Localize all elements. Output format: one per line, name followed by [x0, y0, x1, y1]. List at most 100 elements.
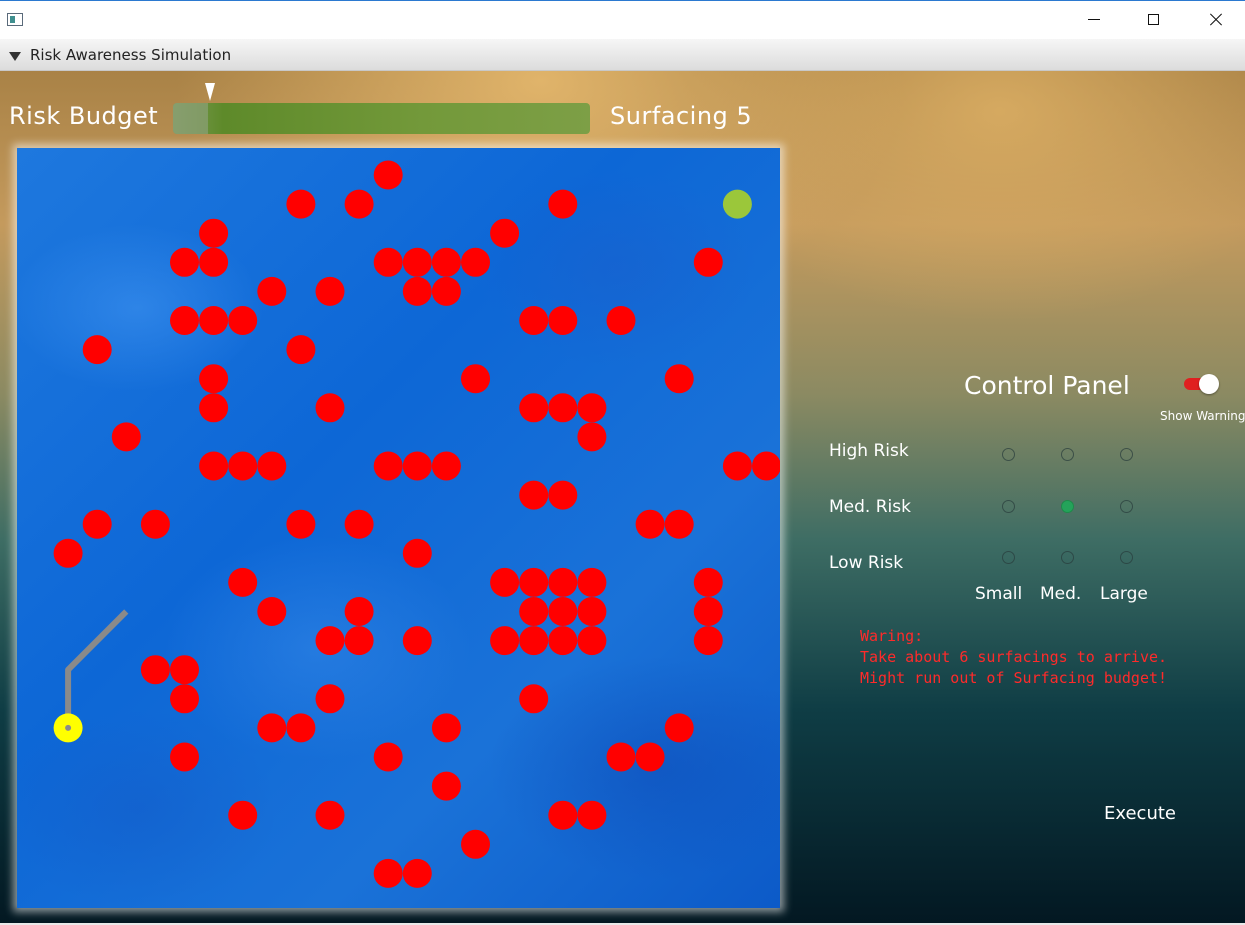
obstacle-marker	[577, 626, 607, 656]
obstacle-marker	[286, 189, 316, 219]
obstacle-marker	[461, 247, 490, 277]
obstacle-marker	[170, 655, 199, 685]
obstacle-marker	[519, 684, 549, 714]
obstacle-marker	[199, 306, 229, 335]
obstacle-marker	[490, 218, 520, 248]
obstacle-marker	[82, 335, 112, 365]
obstacle-marker	[286, 509, 316, 539]
section-header[interactable]: Risk Awareness Simulation	[0, 39, 1245, 71]
obstacle-marker	[286, 713, 316, 743]
obstacle-marker	[548, 567, 578, 597]
obstacle-marker	[722, 451, 752, 481]
control-panel-title: Control Panel	[964, 371, 1130, 400]
obstacle-marker	[431, 771, 461, 801]
obstacle-marker	[431, 247, 461, 277]
obstacle-marker	[199, 218, 229, 248]
obstacle-marker	[519, 480, 549, 510]
obstacle-marker	[344, 626, 374, 656]
obstacle-marker	[315, 276, 345, 306]
obstacle-marker	[577, 393, 607, 423]
close-button[interactable]	[1185, 1, 1245, 39]
obstacle-marker	[693, 626, 723, 656]
obstacle-marker	[257, 597, 287, 626]
obstacle-marker	[635, 742, 665, 772]
execute-button[interactable]: Execute	[1098, 801, 1182, 826]
obstacle-marker	[199, 451, 229, 481]
toggle-knob[interactable]	[1199, 374, 1219, 394]
obstacle-marker	[228, 306, 258, 335]
obstacle-marker	[664, 364, 694, 394]
obstacle-marker	[402, 451, 432, 481]
obstacle-marker	[315, 800, 345, 830]
title-bar	[0, 0, 1245, 39]
obstacle-marker	[315, 684, 345, 714]
obstacle-marker	[461, 829, 490, 859]
obstacle-marker	[402, 858, 432, 888]
obstacle-marker	[315, 393, 345, 423]
map-canvas[interactable]	[17, 148, 780, 908]
obstacle-marker	[461, 364, 490, 394]
obstacle-marker	[577, 567, 607, 597]
obstacle-marker	[577, 422, 607, 452]
obstacle-marker	[693, 597, 723, 626]
obstacle-marker	[431, 276, 461, 306]
ocean-map[interactable]	[17, 148, 780, 908]
obstacle-marker	[373, 451, 403, 481]
obstacle-marker	[693, 567, 723, 597]
risk-label-low: Low Risk	[829, 553, 904, 573]
minimize-button[interactable]	[1064, 1, 1124, 39]
obstacle-marker	[257, 276, 287, 306]
obstacle-marker	[519, 306, 549, 335]
obstacle-marker	[170, 247, 199, 277]
radio-high-large[interactable]	[1120, 448, 1133, 461]
obstacle-marker	[344, 509, 374, 539]
obstacle-marker	[373, 160, 403, 190]
radio-med-small[interactable]	[1002, 500, 1015, 513]
radio-low-med[interactable]	[1061, 551, 1074, 564]
obstacle-marker	[548, 306, 578, 335]
obstacle-marker	[402, 276, 432, 306]
radio-med-large[interactable]	[1120, 500, 1133, 513]
obstacle-marker	[519, 393, 549, 423]
size-label-small: Small	[975, 584, 1023, 604]
obstacle-marker	[228, 800, 258, 830]
budget-marker-icon	[205, 83, 215, 101]
obstacle-marker	[170, 306, 199, 335]
obstacle-marker	[228, 567, 258, 597]
obstacle-marker	[752, 451, 780, 481]
obstacle-marker	[82, 509, 112, 539]
obstacle-marker	[170, 684, 199, 714]
show-warning-label: Show Warning	[1160, 409, 1245, 423]
show-warning-toggle[interactable]	[1184, 374, 1220, 394]
radio-high-small[interactable]	[1002, 448, 1015, 461]
radio-low-small[interactable]	[1002, 551, 1015, 564]
radio-low-large[interactable]	[1120, 551, 1133, 564]
obstacle-marker	[140, 509, 170, 539]
obstacle-marker	[257, 451, 287, 481]
obstacle-marker	[140, 655, 170, 685]
obstacle-marker	[315, 626, 345, 656]
obstacle-marker	[548, 480, 578, 510]
obstacle-marker	[664, 713, 694, 743]
surfacing-label: Surfacing 5	[610, 102, 753, 130]
obstacle-marker	[373, 858, 403, 888]
goal-marker	[722, 189, 752, 219]
radio-med-med[interactable]	[1061, 500, 1074, 513]
radio-high-med[interactable]	[1061, 448, 1074, 461]
obstacle-marker	[170, 742, 199, 772]
obstacle-marker	[402, 538, 432, 568]
obstacle-marker	[257, 713, 287, 743]
simulation-area: Risk Budget Surfacing 5 Control Panel Sh…	[0, 71, 1245, 923]
obstacle-marker	[490, 567, 520, 597]
obstacle-marker	[344, 597, 374, 626]
maximize-button[interactable]	[1124, 1, 1184, 39]
obstacle-marker	[286, 335, 316, 365]
obstacle-marker	[199, 393, 229, 423]
obstacle-marker	[199, 364, 229, 394]
size-label-med: Med.	[1040, 584, 1082, 604]
obstacle-marker	[373, 247, 403, 277]
obstacle-marker	[693, 247, 723, 277]
obstacle-marker	[228, 451, 258, 481]
collapse-triangle-icon[interactable]	[9, 52, 21, 61]
obstacle-marker	[548, 189, 578, 219]
